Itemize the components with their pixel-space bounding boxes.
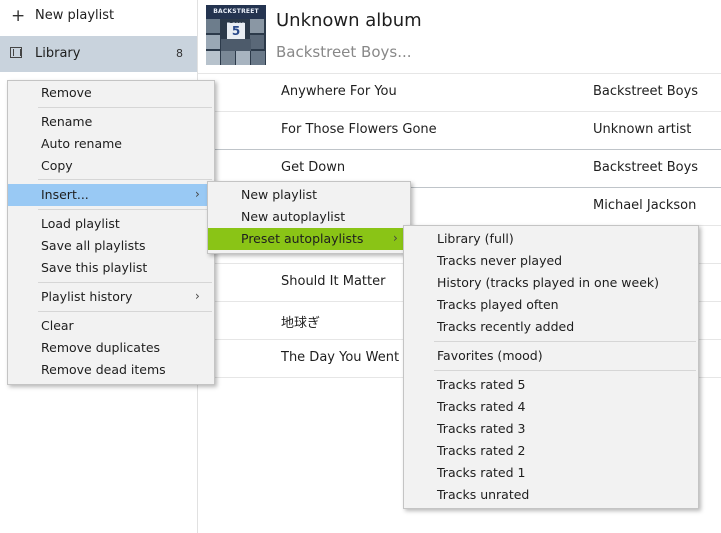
menu-item-label: Remove duplicates [41, 340, 161, 355]
insert-submenu: New playlist New autoplaylist Preset aut… [207, 181, 411, 254]
track-artist: Unknown artist [593, 122, 692, 137]
menu-item-remove-dead-items[interactable]: Remove dead items [8, 359, 214, 381]
menu-item-label: Library (full) [437, 231, 514, 246]
table-row[interactable]: For Those Flowers Gone Unknown artist [198, 111, 721, 149]
track-artist: Backstreet Boys [593, 84, 699, 99]
menu-separator [38, 311, 212, 312]
menu-separator [38, 282, 212, 283]
menu-item-label: Tracks never played [437, 253, 563, 268]
menu-separator [434, 341, 696, 342]
menu-item-tracks-rated-5[interactable]: Tracks rated 5 [404, 374, 698, 396]
track-title: The Day You Went A [281, 350, 413, 365]
menu-separator [38, 179, 212, 180]
menu-item-label: Playlist history [41, 289, 133, 304]
menu-item-label: Save this playlist [41, 260, 148, 275]
track-title: Anywhere For You [281, 84, 397, 99]
preset-autoplaylists-submenu: Library (full) Tracks never played Histo… [403, 225, 699, 509]
menu-item-tracks-rated-3[interactable]: Tracks rated 3 [404, 418, 698, 440]
menu-item-label: History (tracks played in one week) [437, 275, 660, 290]
menu-item-rename[interactable]: Rename [8, 111, 214, 133]
menu-item-label: Insert... [41, 187, 89, 202]
menu-item-tracks-recently-added[interactable]: Tracks recently added [404, 316, 698, 338]
menu-item-save-all-playlists[interactable]: Save all playlists [8, 235, 214, 257]
chevron-right-icon: › [195, 187, 200, 201]
menu-item-label: Tracks rated 4 [437, 399, 526, 414]
menu-item-load-playlist[interactable]: Load playlist [8, 213, 214, 235]
context-menu: Remove Rename Auto rename Copy Insert...… [7, 80, 215, 385]
library-label: Library [35, 46, 81, 61]
chevron-right-icon: › [393, 231, 398, 245]
track-title: For Those Flowers Gone [281, 122, 437, 137]
menu-item-copy[interactable]: Copy [8, 155, 214, 177]
menu-item-tracks-rated-4[interactable]: Tracks rated 4 [404, 396, 698, 418]
album-artist: Backstreet Boys... [276, 43, 412, 61]
new-playlist-label: New playlist [35, 8, 115, 23]
track-title: 地球ぎ [281, 316, 321, 331]
menu-item-library-full[interactable]: Library (full) [404, 228, 698, 250]
menu-item-label: Favorites (mood) [437, 348, 543, 363]
menu-item-label: Tracks rated 2 [437, 443, 526, 458]
menu-item-label: Tracks played often [437, 297, 559, 312]
menu-item-preset-autoplaylists[interactable]: Preset autoplaylists › [208, 228, 410, 250]
track-artist: Michael Jackson [593, 198, 697, 213]
menu-item-remove[interactable]: Remove [8, 82, 214, 104]
menu-item-label: Preset autoplaylists [241, 231, 364, 246]
menu-item-label: Tracks rated 1 [437, 465, 526, 480]
menu-item-label: Tracks unrated [437, 487, 530, 502]
menu-item-new-playlist[interactable]: New playlist [208, 184, 410, 206]
menu-item-label: New playlist [241, 187, 318, 202]
library-count: 8 [176, 47, 183, 60]
menu-separator [434, 370, 696, 371]
menu-item-label: Tracks rated 5 [437, 377, 526, 392]
menu-item-playlist-history[interactable]: Playlist history › [8, 286, 214, 308]
menu-item-label: Tracks rated 3 [437, 421, 526, 436]
track-title: Should It Matter [281, 274, 386, 289]
menu-item-label: Remove [41, 85, 92, 100]
table-row[interactable]: Anywhere For You Backstreet Boys [198, 73, 721, 111]
menu-item-label: Copy [41, 158, 73, 173]
menu-item-tracks-unrated[interactable]: Tracks unrated [404, 484, 698, 506]
menu-item-save-this-playlist[interactable]: Save this playlist [8, 257, 214, 279]
menu-item-tracks-played-often[interactable]: Tracks played often [404, 294, 698, 316]
menu-item-label: Auto rename [41, 136, 122, 151]
library-icon [10, 47, 22, 58]
menu-item-insert[interactable]: Insert... › [8, 184, 214, 206]
track-artist: Backstreet Boys [593, 160, 699, 175]
menu-separator [38, 209, 212, 210]
menu-item-label: Clear [41, 318, 74, 333]
menu-item-clear[interactable]: Clear [8, 315, 214, 337]
menu-item-label: Rename [41, 114, 93, 129]
album-art: BACKSTREET BOYS 5 [206, 5, 266, 65]
menu-item-new-autoplaylist[interactable]: New autoplaylist [208, 206, 410, 228]
menu-item-remove-duplicates[interactable]: Remove duplicates [8, 337, 214, 359]
menu-item-label: New autoplaylist [241, 209, 346, 224]
menu-item-label: Save all playlists [41, 238, 146, 253]
chevron-right-icon: › [195, 289, 200, 303]
album-title: Unknown album [276, 10, 422, 31]
menu-item-favorites-mood[interactable]: Favorites (mood) [404, 345, 698, 367]
track-title: Get Down [281, 160, 346, 175]
menu-item-label: Tracks recently added [437, 319, 575, 334]
album-art-text: BACKSTREET BOYS [206, 5, 266, 29]
menu-item-label: Load playlist [41, 216, 120, 231]
menu-separator [38, 107, 212, 108]
menu-item-tracks-rated-1[interactable]: Tracks rated 1 [404, 462, 698, 484]
new-playlist-button[interactable]: + New playlist [0, 0, 197, 34]
menu-item-history[interactable]: History (tracks played in one week) [404, 272, 698, 294]
plus-icon: + [11, 6, 26, 26]
album-art-number: 5 [227, 23, 245, 39]
menu-item-label: Remove dead items [41, 362, 166, 377]
sidebar-item-library[interactable]: Library 8 [0, 36, 197, 72]
menu-item-auto-rename[interactable]: Auto rename [8, 133, 214, 155]
menu-item-tracks-rated-2[interactable]: Tracks rated 2 [404, 440, 698, 462]
menu-item-tracks-never-played[interactable]: Tracks never played [404, 250, 698, 272]
